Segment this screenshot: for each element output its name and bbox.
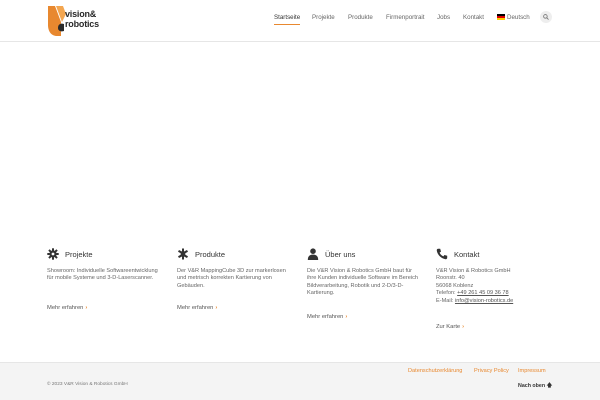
email-line: E-Mail: info@vision-robotics.de: [436, 298, 552, 305]
phone-label: Telefon:: [436, 290, 458, 297]
map-link-label: Zur Karte: [436, 324, 461, 330]
nav-item-startseite[interactable]: Startseite: [274, 14, 300, 21]
puzzle-icon: [178, 248, 188, 260]
contact-details: V&R Vision & Robotics GmbH Roonstr. 40 5…: [436, 268, 552, 305]
more-link-label: Mehr erfahren: [177, 305, 214, 311]
nav-item-produkte[interactable]: Produkte: [348, 14, 373, 21]
more-link-projekte[interactable]: Mehr erfahren ›: [47, 305, 87, 311]
city: 56068 Koblenz: [436, 282, 474, 289]
widget-title: Über uns: [325, 250, 356, 259]
widget-kontakt-heading: Kontakt: [436, 248, 552, 262]
user-icon: [307, 248, 319, 260]
chevron-right-icon: ›: [215, 305, 218, 311]
widget-produkte-heading: Produkte: [177, 248, 293, 262]
nav-item-jobs[interactable]: Jobs: [437, 14, 450, 21]
copyright-text: © 2023 V&R Vision & Robotics GmbH: [47, 382, 128, 387]
chevron-right-icon: ›: [462, 324, 465, 330]
email-label: E-Mail:: [436, 297, 455, 304]
logo-line-1: vision&: [65, 9, 97, 19]
nav-active-indicator: [274, 24, 300, 25]
arrow-up-icon: 🡅: [546, 383, 553, 389]
widget-text: Die V&R Vision & Robotics GmbH baut für …: [307, 268, 419, 297]
logo-wordmark: vision& robotics: [65, 9, 99, 29]
widget-title: Projekte: [65, 250, 93, 259]
map-link[interactable]: Zur Karte ›: [436, 324, 464, 330]
more-link-label: Mehr erfahren: [307, 314, 344, 320]
widget-projekte: Projekte Showroom: Individuelle Software…: [47, 248, 163, 311]
widget-produkte: Produkte Der V&R MappingCube 3D zur mark…: [177, 248, 293, 311]
more-link-label: Mehr erfahren: [47, 305, 84, 311]
link-privacy-policy[interactable]: Privacy Policy: [474, 368, 509, 374]
chevron-right-icon: ›: [85, 305, 88, 311]
more-link-ueber-uns[interactable]: Mehr erfahren ›: [307, 314, 347, 320]
nav-item-projekte[interactable]: Projekte: [312, 14, 335, 21]
nav-item-firmenportrait[interactable]: Firmenportrait: [386, 14, 425, 21]
search-button[interactable]: [540, 11, 552, 23]
more-link-produkte[interactable]: Mehr erfahren ›: [177, 305, 217, 311]
back-to-top-button[interactable]: Nach oben 🡅: [518, 382, 552, 391]
street: Roonstr. 40: [436, 275, 465, 282]
widget-text: Showroom: Individuelle Softwareentwicklu…: [47, 268, 158, 282]
widget-kontakt: Kontakt V&R Vision & Robotics GmbH Roons…: [436, 248, 552, 330]
language-label: Deutsch: [507, 14, 530, 21]
email-link[interactable]: info@vision-robotics.de: [455, 298, 513, 304]
logo-line-2: robotics: [65, 19, 99, 29]
company-name: V&R Vision & Robotics GmbH: [436, 268, 511, 274]
search-icon: [543, 14, 549, 20]
phone-line: Telefon: +49 261 45 09 36 78: [436, 290, 552, 297]
widget-projekte-heading: Projekte: [47, 248, 163, 262]
link-datenschutz[interactable]: Datenschutzerklärung: [408, 368, 462, 374]
site-logo[interactable]: vision& robotics: [48, 6, 100, 36]
widget-title: Kontakt: [454, 250, 480, 259]
nav-item-kontakt[interactable]: Kontakt: [463, 14, 484, 21]
phone-link[interactable]: +49 261 45 09 36 78: [457, 290, 508, 296]
chevron-right-icon: ›: [345, 314, 348, 320]
link-impressum[interactable]: Impressum: [518, 368, 546, 374]
widget-text: Der V&R MappingCube 3D zur markerlosen u…: [177, 268, 286, 289]
phone-icon: [436, 248, 448, 260]
widget-ueber-uns-heading: Über uns: [307, 248, 423, 262]
widget-title: Produkte: [195, 250, 226, 259]
german-flag-icon: [497, 14, 505, 20]
back-to-top-label: Nach oben: [518, 383, 546, 389]
widget-ueber-uns: Über uns Die V&R Vision & Robotics GmbH …: [307, 248, 423, 320]
site-header: vision& robotics Startseite Projekte Pro…: [0, 0, 600, 42]
gear-icon: [47, 248, 59, 260]
footer-bar: Datenschutzerklärung Privacy Policy Impr…: [0, 362, 600, 400]
nav-item-language[interactable]: Deutsch: [497, 14, 530, 21]
